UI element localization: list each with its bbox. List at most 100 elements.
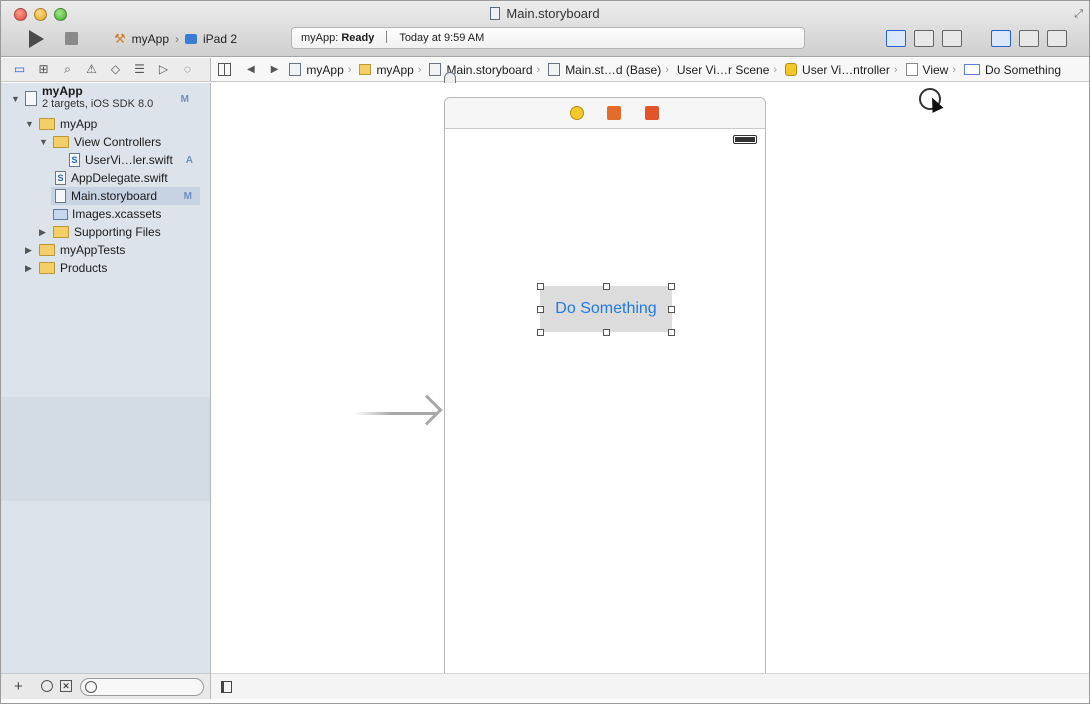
project-subtitle: 2 targets, iOS SDK 8.0 (42, 98, 154, 110)
resize-handle-bottom[interactable] (603, 329, 610, 336)
title-bar: Main.storyboard ⤢ ⚒ myApp › iPad 2 myApp… (1, 1, 1089, 57)
exit-icon[interactable] (645, 106, 659, 120)
run-button[interactable] (29, 30, 44, 48)
debug-navigator-icon[interactable]: ☰ (132, 63, 147, 76)
project-navigator-icon[interactable]: ▭ (12, 63, 27, 76)
project-icon (25, 91, 37, 106)
activity-time: Today at 9:59 AM (399, 32, 485, 44)
disclosure-closed-icon: ▶ (25, 244, 32, 255)
chevron-right-icon: › (417, 63, 422, 76)
project-name: myApp (42, 84, 83, 98)
view-icon (905, 63, 918, 76)
tree-item-main-storyboard[interactable]: Main.storyboard M (51, 187, 200, 205)
toggle-utilities-button[interactable] (1047, 30, 1067, 47)
chevron-right-icon: › (536, 63, 541, 76)
forward-arrow-icon[interactable]: ▶ (271, 64, 279, 75)
resize-handle-top-right[interactable] (668, 283, 675, 290)
storyboard-canvas[interactable]: Do Something (211, 83, 1089, 687)
scm-status-badge: M (180, 94, 189, 105)
window-title-text: Main.storyboard (506, 6, 600, 21)
symbol-navigator-icon[interactable]: ⊞ (36, 63, 51, 76)
project-root-row[interactable]: ▼ myApp 2 targets, iOS SDK 8.0 M (11, 85, 201, 113)
tree-item-app-delegate-swift[interactable]: S AppDelegate.swift (55, 169, 201, 187)
tree-item-myapptests-folder[interactable]: ▶ myAppTests (25, 241, 201, 259)
tree-item-products-folder[interactable]: ▶ Products (25, 259, 201, 277)
back-arrow-icon[interactable]: ◀ (247, 64, 255, 75)
tree-item-label: Images.xcassets (72, 207, 162, 221)
find-navigator-icon[interactable]: ⌕ (60, 63, 75, 76)
tree-item-myapp-folder[interactable]: ▼ myApp (25, 115, 201, 133)
scheme-target-label: myApp (131, 32, 170, 46)
recent-files-icon[interactable] (41, 680, 53, 692)
related-items-icon[interactable] (218, 63, 231, 76)
version-editor-button[interactable] (942, 30, 962, 47)
toggle-navigator-button[interactable] (991, 30, 1011, 47)
breadcrumb-group[interactable]: myApp › (356, 63, 426, 77)
tree-item-label: Main.storyboard (71, 189, 158, 203)
tree-item-label: UserVi…ler.swift (85, 153, 173, 167)
scheme-device-label: iPad 2 (203, 32, 238, 46)
window-title: Main.storyboard (1, 6, 1089, 21)
navigator-filter-bar: + ✕ (1, 673, 211, 699)
document-outline-toggle-icon[interactable] (221, 681, 232, 693)
project-icon (289, 63, 302, 76)
scheme-selector[interactable]: ⚒ myApp › iPad 2 (114, 31, 237, 47)
log-navigator-icon[interactable]: ◌ (180, 63, 195, 76)
storyboard-file-icon (429, 63, 442, 76)
issue-navigator-icon[interactable]: ⚠ (84, 63, 99, 76)
resize-handle-left[interactable] (537, 306, 544, 313)
breadcrumb-scene[interactable]: User Vi…r Scene › (444, 63, 782, 85)
disclosure-open-icon: ▼ (39, 137, 48, 147)
swift-file-icon: S (69, 153, 80, 167)
breadcrumb-label: Main.storyboard (446, 62, 533, 77)
jump-bar: ◀ ▶ myApp › myApp › Main.storyboard › Ma… (211, 58, 1089, 85)
folder-icon (53, 136, 69, 148)
view-controller-scene[interactable]: Do Something (444, 97, 766, 687)
chevron-right-icon: › (347, 63, 352, 76)
standard-editor-button[interactable] (886, 30, 906, 47)
tree-item-supporting-files-group[interactable]: ▶ Supporting Files (39, 223, 201, 241)
hammer-icon: ⚒ (114, 31, 126, 46)
breadcrumb-view[interactable]: View › (903, 63, 961, 77)
resize-handle-bottom-left[interactable] (537, 329, 544, 336)
tree-item-label: myAppTests (60, 243, 126, 257)
navigator-filter-input[interactable] (80, 678, 204, 696)
breakpoint-navigator-icon[interactable]: ▷ (156, 63, 171, 76)
breadcrumb-button[interactable]: Do Something (961, 63, 1064, 77)
tree-item-view-controllers-group[interactable]: ▼ View Controllers (39, 133, 201, 151)
breadcrumb-project[interactable]: myApp › (286, 63, 356, 77)
breadcrumb-label: myApp (376, 62, 414, 77)
breadcrumb-localization[interactable]: Main.st…d (Base) › (545, 63, 674, 77)
asset-catalog-icon (53, 208, 68, 220)
folder-icon (39, 118, 55, 130)
disclosure-open-icon: ▼ (25, 119, 34, 129)
tree-item-user-view-controller-swift[interactable]: S UserVi…ler.swift A (69, 151, 193, 169)
add-file-icon[interactable]: + (14, 678, 23, 695)
tree-item-images-xcassets[interactable]: Images.xcassets (53, 205, 201, 223)
folder-icon (359, 64, 372, 75)
chevron-right-icon: › (665, 63, 669, 76)
test-navigator-icon[interactable]: ◇ (108, 63, 123, 76)
chevron-right-icon: › (773, 63, 778, 76)
resize-handle-right[interactable] (668, 306, 675, 313)
stop-button[interactable] (65, 32, 78, 45)
toggle-debug-area-button[interactable] (1019, 30, 1039, 47)
storyboard-file-icon (490, 7, 501, 20)
resize-handle-top-left[interactable] (537, 283, 544, 290)
view-controller-icon[interactable] (570, 106, 584, 120)
fullscreen-icon[interactable]: ⤢ (1074, 8, 1083, 21)
breadcrumb-view-controller[interactable]: User Vi…ntroller › (782, 63, 902, 77)
device-icon (185, 34, 198, 44)
first-responder-icon[interactable] (607, 106, 621, 120)
assistant-editor-button[interactable] (914, 30, 934, 47)
swift-file-icon: S (55, 171, 66, 185)
resize-handle-top[interactable] (603, 283, 610, 290)
resize-handle-bottom-right[interactable] (668, 329, 675, 336)
breadcrumb-label: Do Something (985, 62, 1062, 77)
chevron-right-icon: › (175, 32, 180, 46)
scm-filter-icon[interactable]: ✕ (60, 680, 72, 692)
do-something-button[interactable]: Do Something (540, 286, 672, 332)
initial-view-controller-arrow[interactable] (354, 394, 443, 430)
battery-icon (733, 135, 757, 144)
activity-divider (386, 31, 388, 43)
